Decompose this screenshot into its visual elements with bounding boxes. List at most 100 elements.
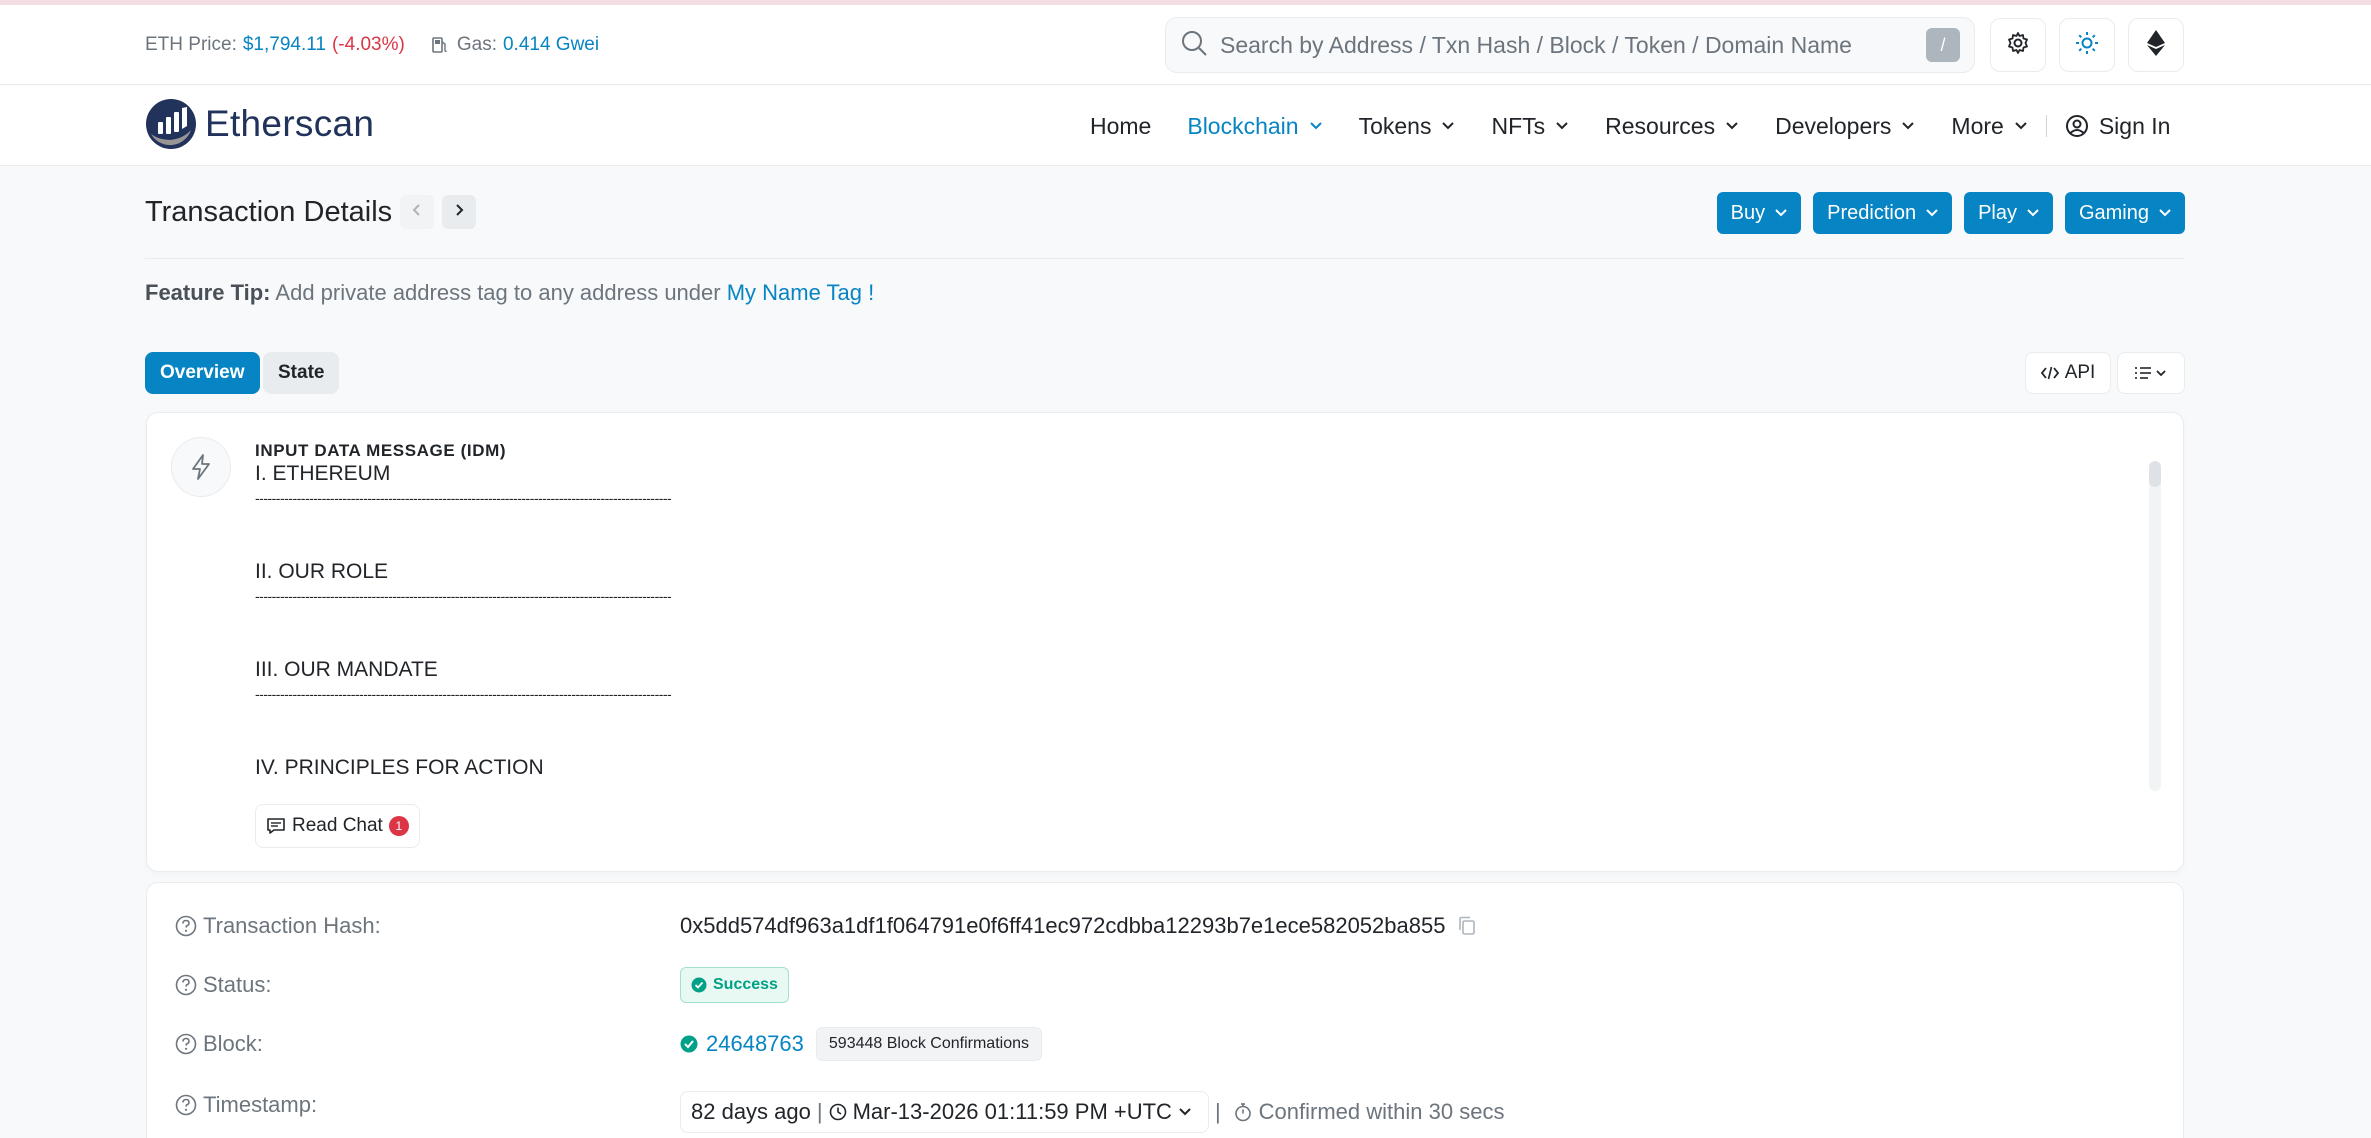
eth-price-change: (-4.03%): [331, 34, 405, 55]
promo-buttons: Buy Prediction Play Gaming: [1705, 192, 2185, 234]
search-bar: /: [1165, 17, 1975, 73]
idm-scrollbar[interactable]: [2149, 461, 2161, 791]
gas-value[interactable]: 0.414 Gwei: [503, 34, 599, 56]
nav-tokens[interactable]: Tokens: [1359, 113, 1456, 140]
lightning-icon: [171, 437, 231, 497]
nav-more-label: More: [1951, 112, 2004, 139]
chevron-down-icon: [1179, 1108, 1191, 1116]
timestamp-value-wrap: 82 days ago | Mar-13-2026 01:11:59 PM +U…: [680, 1091, 1504, 1133]
chevron-down-icon: [1555, 121, 1569, 131]
idm-section: II. OUR ROLE ---------------------------…: [255, 559, 2155, 657]
view-options-button[interactable]: [2117, 352, 2185, 394]
idm-section: I. ETHEREUM ----------------------------…: [255, 461, 2155, 559]
idm-heading: IV. PRINCIPLES FOR ACTION: [255, 756, 544, 779]
timestamp-label: Timestamp:: [175, 1092, 675, 1118]
play-dropdown-button[interactable]: Play: [1964, 192, 2053, 234]
eth-price-label: ETH Price:: [145, 34, 237, 55]
chevron-down-icon: [2159, 209, 2171, 217]
idm-message-body[interactable]: I. ETHEREUM ----------------------------…: [255, 461, 2155, 806]
nav-resources[interactable]: Resources: [1605, 113, 1739, 140]
user-circle-icon: [2065, 115, 2088, 137]
confirmation-time-text: Confirmed within 30 secs: [1258, 1099, 1505, 1124]
transaction-hash-value-wrap: 0x5dd574df963a1df1f064791e0f6ff41ec972cd…: [680, 913, 1477, 939]
unread-count-badge: 1: [388, 816, 409, 836]
api-button[interactable]: API: [2025, 352, 2111, 394]
chevron-right-icon: [453, 202, 465, 223]
input-data-message-card: INPUT DATA MESSAGE (IDM) I. ETHEREUM ---…: [146, 412, 2184, 872]
etherscan-logo-icon: [146, 99, 196, 149]
settings-button[interactable]: [1990, 18, 2046, 72]
tab-state[interactable]: State: [263, 352, 340, 394]
nav-home-label: Home: [1090, 112, 1152, 139]
play-label: Play: [1978, 201, 2017, 224]
gaming-label: Gaming: [2078, 201, 2149, 224]
idm-title: INPUT DATA MESSAGE (IDM): [255, 441, 507, 460]
copy-icon[interactable]: [1457, 915, 1477, 937]
transaction-hash-value: 0x5dd574df963a1df1f064791e0f6ff41ec972cd…: [680, 913, 1446, 938]
idm-heading: I. ETHEREUM: [255, 462, 391, 485]
chevron-down-icon: [2027, 209, 2039, 217]
help-icon[interactable]: [175, 1094, 197, 1116]
status-label-text: Status:: [203, 972, 272, 997]
timestamp-dropdown[interactable]: 82 days ago | Mar-13-2026 01:11:59 PM +U…: [680, 1091, 1209, 1133]
previous-transaction-button[interactable]: [400, 195, 434, 229]
chevron-down-icon: [1441, 121, 1455, 131]
nav-developers-label: Developers: [1775, 112, 1892, 139]
sign-in-label: Sign In: [2098, 112, 2171, 139]
read-chat-button[interactable]: Read Chat 1: [255, 804, 420, 848]
nav-blockchain[interactable]: Blockchain: [1187, 113, 1322, 140]
help-icon[interactable]: [175, 1033, 197, 1055]
chevron-down-icon: [1725, 121, 1739, 131]
status-badge: Success: [680, 967, 789, 1003]
block-value-wrap: 24648763 593448 Block Confirmations: [680, 1027, 1042, 1061]
nav-more[interactable]: More: [1951, 113, 2027, 140]
my-name-tag-link[interactable]: My Name Tag !: [727, 280, 875, 305]
help-icon[interactable]: [175, 915, 197, 937]
sun-icon: [2075, 31, 2099, 60]
read-chat-label: Read Chat: [292, 815, 383, 836]
chevron-down-icon: [2014, 121, 2028, 131]
theme-toggle-button[interactable]: [2059, 18, 2115, 72]
market-stats: ETH Price: $1,794.11 (-4.03%) Gas: 0.414…: [145, 5, 599, 85]
clock-icon: [829, 1103, 846, 1121]
buy-dropdown-button[interactable]: Buy: [1716, 192, 1802, 234]
gear-icon: [2006, 31, 2030, 60]
stopwatch-icon: [1234, 1103, 1251, 1122]
nav-divider: [2045, 115, 2047, 137]
search-input[interactable]: [1220, 31, 1926, 59]
separator: |: [1214, 1099, 1221, 1124]
timestamp-row: Timestamp:: [175, 1092, 675, 1118]
sign-in-link[interactable]: Sign In: [2065, 112, 2171, 140]
idm-scrollbar-thumb[interactable]: [2149, 461, 2161, 487]
code-icon: [2040, 366, 2059, 380]
etherscan-logo[interactable]: Etherscan: [145, 98, 374, 150]
help-icon[interactable]: [175, 974, 197, 996]
eth-price-value[interactable]: $1,794.11: [243, 34, 326, 56]
search-shortcut-key: /: [1926, 28, 1960, 62]
nav-developers[interactable]: Developers: [1775, 113, 1915, 140]
header-divider: [145, 258, 2185, 259]
status-value: Success: [713, 976, 778, 993]
transaction-details-card: Transaction Hash: 0x5dd574df963a1df1f064…: [146, 882, 2184, 1138]
idm-divider-text: ----------------------------------------…: [255, 588, 672, 604]
tab-overview[interactable]: Overview: [145, 352, 260, 394]
nav-nfts[interactable]: NFTs: [1491, 113, 1569, 140]
top-bar: ETH Price: $1,794.11 (-4.03%) Gas: 0.414…: [0, 5, 2371, 85]
timestamp-label-text: Timestamp:: [203, 1092, 318, 1117]
chevron-down-icon: [1309, 121, 1323, 131]
prediction-dropdown-button[interactable]: Prediction: [1813, 192, 1953, 234]
block-number-link[interactable]: 24648763: [706, 1031, 804, 1057]
block-label-text: Block:: [203, 1031, 263, 1056]
timestamp-ago: 82 days ago: [691, 1099, 811, 1124]
status-label: Status:: [175, 972, 675, 998]
status-value-wrap: Success: [680, 967, 789, 1003]
check-circle-icon: [680, 1035, 698, 1053]
nav-home[interactable]: Home: [1090, 113, 1151, 140]
idm-section: III. OUR MANDATE -----------------------…: [255, 657, 2155, 755]
gaming-dropdown-button[interactable]: Gaming: [2064, 192, 2185, 234]
idm-divider-text: ----------------------------------------…: [255, 686, 672, 702]
network-button[interactable]: [2128, 18, 2184, 72]
next-transaction-button[interactable]: [442, 195, 476, 229]
feature-tip: Feature Tip: Add private address tag to …: [145, 280, 874, 306]
list-options-icon: [2135, 367, 2166, 379]
